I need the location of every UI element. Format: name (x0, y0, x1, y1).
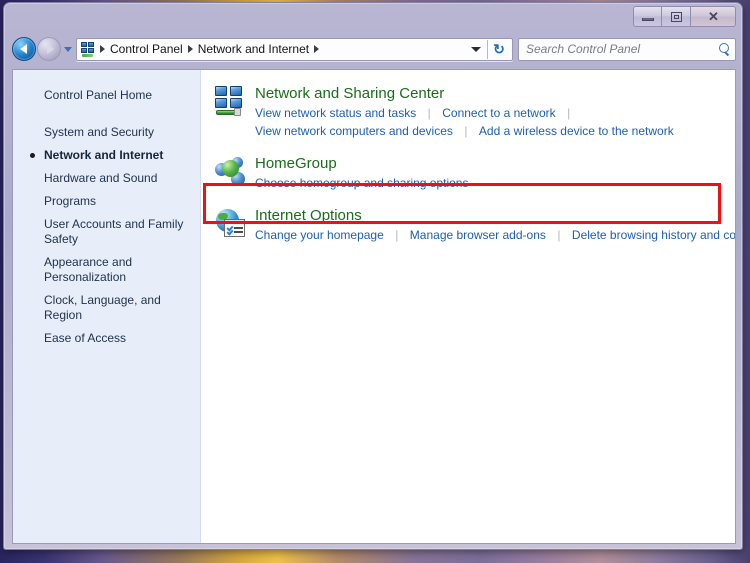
task-link-row: Choose homegroup and sharing options (255, 174, 735, 192)
category-body: Internet Options Change your homepage | … (255, 206, 735, 244)
link-separator: | (464, 124, 468, 138)
link-separator: | (395, 228, 399, 242)
search-icon (718, 42, 731, 56)
task-link-row: Change your homepage | Manage browser ad… (255, 226, 735, 244)
window-controls: ✕ (633, 6, 736, 27)
category-title-internet-options[interactable]: Internet Options (255, 206, 362, 225)
back-button[interactable] (12, 37, 36, 61)
refresh-icon: ↻ (493, 41, 505, 57)
network-sharing-center-icon (215, 86, 248, 118)
breadcrumb-network-and-internet[interactable]: Network and Internet (195, 42, 312, 56)
task-link-add-a-wireless-device-to-the-network[interactable]: Add a wireless device to the network (479, 124, 674, 138)
task-link-row: View network status and tasks | Connect … (255, 104, 735, 122)
search-input[interactable]: Search Control Panel (526, 42, 718, 56)
chevron-down-icon[interactable] (471, 46, 481, 52)
history-dropdown-icon[interactable] (64, 46, 72, 52)
category-body: Network and Sharing Center View network … (255, 84, 735, 140)
sidebar-item-network-and-internet[interactable]: Network and Internet (13, 144, 200, 167)
forward-arrow-icon (46, 44, 54, 54)
homegroup-icon (215, 156, 248, 188)
search-box[interactable]: Search Control Panel (518, 37, 736, 61)
task-link-connect-to-a-network[interactable]: Connect to a network (442, 106, 555, 120)
category-title-network-and-sharing-center[interactable]: Network and Sharing Center (255, 84, 444, 103)
forward-button[interactable] (37, 37, 61, 61)
sidebar-item-user-accounts-and-family-safety[interactable]: User Accounts and Family Safety (13, 213, 200, 251)
link-separator: | (557, 228, 561, 242)
refresh-button[interactable]: ↻ (488, 39, 510, 60)
task-link-view-network-status-and-tasks[interactable]: View network status and tasks (255, 106, 416, 120)
close-button[interactable]: ✕ (691, 6, 736, 27)
minimize-icon (641, 18, 654, 21)
sidebar: Control Panel Home System and Security N… (13, 70, 201, 543)
breadcrumb-separator-icon (100, 45, 105, 53)
minimize-button[interactable] (633, 6, 662, 27)
task-link-row: View network computers and devices | Add… (255, 122, 735, 140)
main-content: Network and Sharing Center View network … (201, 70, 735, 543)
task-link-view-network-computers-and-devices[interactable]: View network computers and devices (255, 124, 453, 138)
maximize-icon (670, 11, 682, 22)
task-link-manage-browser-add-ons[interactable]: Manage browser add-ons (410, 228, 546, 242)
address-bar[interactable]: Control Panel Network and Internet ↻ (76, 37, 513, 61)
maximize-button[interactable] (662, 6, 691, 27)
sidebar-item-control-panel-home[interactable]: Control Panel Home (13, 84, 200, 107)
category-homegroup: HomeGroup Choose homegroup and sharing o… (201, 154, 735, 192)
category-body: HomeGroup Choose homegroup and sharing o… (255, 154, 735, 192)
link-separator: | (567, 106, 571, 120)
breadcrumb-separator-icon (314, 45, 320, 53)
internet-options-icon (215, 208, 248, 240)
sidebar-item-clock-language-and-region[interactable]: Clock, Language, and Region (13, 289, 200, 327)
category-network-and-sharing-center: Network and Sharing Center View network … (201, 84, 735, 140)
breadcrumb-separator-icon (187, 45, 193, 53)
category-internet-options: Internet Options Change your homepage | … (201, 206, 735, 244)
close-icon: ✕ (708, 9, 719, 24)
task-link-change-your-homepage[interactable]: Change your homepage (255, 228, 384, 242)
sidebar-item-system-and-security[interactable]: System and Security (13, 121, 200, 144)
breadcrumb-control-panel[interactable]: Control Panel (107, 42, 186, 56)
sidebar-item-ease-of-access[interactable]: Ease of Access (13, 327, 200, 350)
desktop-background: ✕ Control Panel Network and Internet ↻ S… (0, 0, 750, 563)
control-panel-window: ✕ Control Panel Network and Internet ↻ S… (3, 2, 743, 550)
control-panel-icon (80, 41, 96, 57)
sidebar-item-programs[interactable]: Programs (13, 190, 200, 213)
task-link-delete-browsing-history-and-cookies[interactable]: Delete browsing history and cookies (572, 228, 735, 242)
link-separator: | (427, 106, 431, 120)
sidebar-item-hardware-and-sound[interactable]: Hardware and Sound (13, 167, 200, 190)
category-title-homegroup[interactable]: HomeGroup (255, 154, 337, 173)
sidebar-item-appearance-and-personalization[interactable]: Appearance and Personalization (13, 251, 200, 289)
title-bar: ✕ (4, 3, 742, 33)
navigation-bar: Control Panel Network and Internet ↻ Sea… (4, 33, 742, 65)
client-area: Control Panel Home System and Security N… (12, 69, 736, 544)
task-link-choose-homegroup-and-sharing-options[interactable]: Choose homegroup and sharing options (255, 176, 468, 190)
back-arrow-icon (19, 44, 27, 54)
